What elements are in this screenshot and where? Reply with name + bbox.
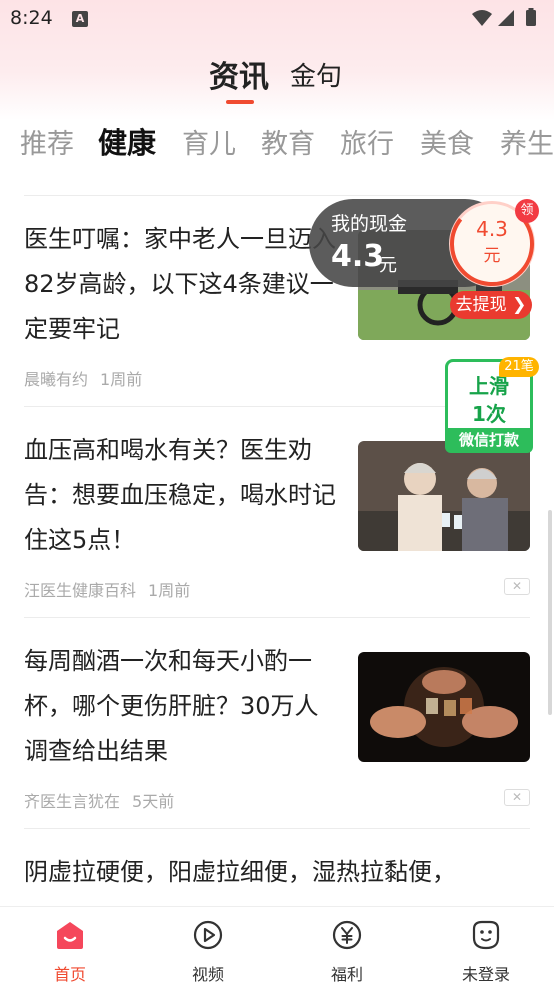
dismiss-article-button[interactable]: ✕ [504, 789, 530, 806]
nav-label-video: 视频 [191, 965, 224, 984]
bottom-nav: 首页 视频 福利 未登录 [0, 906, 554, 984]
article-source: 晨曦有约 [24, 370, 89, 389]
category-parenting[interactable]: 育儿 [182, 122, 236, 161]
article-time: 1周前 [148, 581, 191, 600]
divider [24, 617, 530, 618]
scrollbar[interactable] [548, 510, 552, 715]
profile-face-icon [472, 920, 500, 950]
video-play-icon [193, 920, 223, 950]
category-wellness[interactable]: 养生 [500, 122, 554, 161]
divider [24, 195, 530, 196]
coin-unit: 元 [483, 246, 501, 266]
withdraw-button[interactable]: 去提现 ❯ [450, 291, 532, 319]
nav-profile[interactable]: 未登录 [440, 907, 530, 984]
withdraw-label: 去提现 [455, 295, 507, 315]
divider [24, 828, 530, 829]
nav-label-home: 首页 [53, 965, 86, 984]
nav-home[interactable]: 首页 [24, 907, 114, 984]
category-recommend[interactable]: 推荐 [20, 122, 74, 161]
cash-label: 我的现金 [331, 213, 408, 235]
status-time: 8:24 [10, 7, 53, 29]
home-icon [57, 922, 83, 949]
article-title[interactable]: 医生叮嘱：家中老人一旦迈入82岁高龄，以下这4条建议一定要牢记 [24, 217, 342, 352]
notification-icon: A [72, 11, 88, 27]
tab-quotes[interactable]: 金句 [290, 56, 342, 93]
cash-widget[interactable]: 我的现金 4.3 元 4.3 元 领 去提现 ❯ [309, 199, 539, 319]
nav-welfare[interactable]: 福利 [301, 907, 391, 984]
status-bar: 8:24 A [0, 0, 554, 38]
article-meta: 晨曦有约 1周前 [24, 366, 142, 390]
article-title[interactable]: 阴虚拉硬便，阳虚拉细便，湿热拉黏便， [24, 850, 524, 895]
swipe-count-badge: 21笔 [499, 357, 539, 377]
battery-icon [526, 10, 536, 26]
article-title[interactable]: 血压高和喝水有关？医生劝告：想要血压稳定，喝水时记住这5点！ [24, 428, 342, 563]
article-title[interactable]: 每周酗酒一次和每天小酌一杯，哪个更伤肝脏？30万人调查给出结果 [24, 639, 342, 774]
tab-news[interactable]: 资讯 [209, 52, 269, 96]
swipe-line2: 1次 [472, 402, 506, 426]
category-education[interactable]: 教育 [261, 122, 315, 161]
signal-battery-icons [472, 8, 536, 26]
nav-video[interactable]: 视频 [162, 907, 252, 984]
cash-value: 4.3 [331, 239, 385, 274]
nav-label-profile: 未登录 [461, 965, 510, 984]
article-source: 齐医生言犹在 [24, 792, 121, 811]
yuan-coin-icon [332, 920, 362, 950]
article-thumbnail[interactable] [358, 652, 530, 762]
category-bar: 推荐 健康 育儿 教育 旅行 美食 养生 [0, 118, 554, 164]
article-meta: 齐医生言犹在 5天前 [24, 788, 174, 812]
category-travel[interactable]: 旅行 [340, 122, 394, 161]
dismiss-article-button[interactable]: ✕ [504, 578, 530, 595]
category-health[interactable]: 健康 [98, 120, 156, 162]
swipe-footer: 微信打款 [445, 428, 533, 453]
chevron-right-icon: ❯ [506, 295, 527, 315]
wifi-icon [472, 10, 492, 26]
claim-badge[interactable]: 领 [515, 199, 539, 223]
cash-unit: 元 [379, 255, 397, 276]
article-source: 汪医生健康百科 [24, 581, 137, 600]
article-time: 5天前 [132, 792, 175, 811]
category-food[interactable]: 美食 [420, 122, 474, 161]
nav-label-welfare: 福利 [330, 965, 363, 984]
main-tabs: 资讯 金句 [0, 52, 554, 112]
active-tab-indicator [226, 100, 254, 104]
article-thumbnail[interactable] [358, 441, 530, 551]
article-meta: 汪医生健康百科 1周前 [24, 577, 190, 601]
swipe-reward-widget[interactable]: 上滑 1次 微信打款 21笔 [445, 357, 539, 453]
cellular-signal-icon [498, 10, 514, 26]
article-time: 1周前 [100, 370, 143, 389]
